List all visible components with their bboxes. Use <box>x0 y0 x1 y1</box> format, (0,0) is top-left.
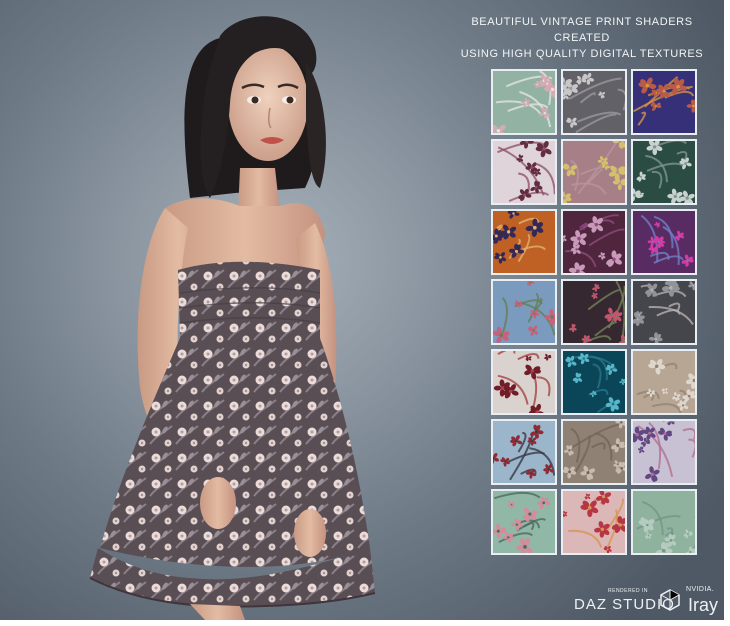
shader-swatch[interactable] <box>561 209 627 275</box>
shader-swatch-grid <box>491 69 697 555</box>
swatch-pattern <box>563 211 625 273</box>
swatch-pattern <box>563 421 625 483</box>
iray-cube-icon <box>660 589 680 611</box>
promo-headline: BEAUTIFUL VINTAGE PRINT SHADERS CREATED … <box>450 14 714 62</box>
promo-banner: BEAUTIFUL VINTAGE PRINT SHADERS CREATED … <box>0 0 724 620</box>
shader-swatch[interactable] <box>631 209 697 275</box>
shader-swatch[interactable] <box>631 419 697 485</box>
swatch-pattern <box>493 211 555 273</box>
shader-swatch[interactable] <box>561 69 627 135</box>
render-branding: RENDERED IN DAZ STUDIO NVIDIA. Iray <box>574 584 724 615</box>
swatch-pattern <box>493 281 555 343</box>
shader-swatch[interactable] <box>561 349 627 415</box>
swatch-pattern <box>563 281 625 343</box>
swatch-pattern <box>493 351 555 413</box>
nvidia-label: NVIDIA. <box>686 586 715 593</box>
swatch-pattern <box>633 351 695 413</box>
shader-swatch[interactable] <box>491 419 557 485</box>
swatch-pattern <box>633 141 695 203</box>
swatch-pattern <box>493 71 555 133</box>
headline-line-1: BEAUTIFUL VINTAGE PRINT SHADERS CREATED <box>471 16 693 44</box>
shader-swatch[interactable] <box>491 349 557 415</box>
swatch-pattern <box>633 211 695 273</box>
shader-swatch[interactable] <box>631 279 697 345</box>
swatch-pattern <box>563 351 625 413</box>
shader-swatch[interactable] <box>491 139 557 205</box>
swatch-pattern <box>493 421 555 483</box>
shader-swatch[interactable] <box>631 489 697 555</box>
shader-swatch[interactable] <box>631 139 697 205</box>
shader-swatch[interactable] <box>561 419 627 485</box>
model-render <box>89 16 376 620</box>
shader-swatch[interactable] <box>491 279 557 345</box>
swatch-pattern <box>563 71 625 133</box>
shader-swatch[interactable] <box>491 209 557 275</box>
shader-swatch[interactable] <box>631 69 697 135</box>
shader-swatch[interactable] <box>491 69 557 135</box>
swatch-pattern <box>493 141 555 203</box>
headline-line-2: USING HIGH QUALITY DIGITAL TEXTURES <box>460 48 704 60</box>
swatch-pattern <box>633 491 695 553</box>
swatch-pattern <box>633 421 695 483</box>
shader-swatch[interactable] <box>561 489 627 555</box>
shader-swatch[interactable] <box>561 139 627 205</box>
rendered-in-label: RENDERED IN <box>608 588 648 594</box>
swatch-pattern <box>493 491 555 553</box>
swatch-pattern <box>633 71 695 133</box>
shader-swatch[interactable] <box>491 489 557 555</box>
swatch-pattern <box>563 141 625 203</box>
iray-logo: Iray <box>688 595 719 615</box>
swatch-pattern <box>633 281 695 343</box>
shader-swatch[interactable] <box>631 349 697 415</box>
swatch-pattern <box>563 491 625 553</box>
shader-swatch[interactable] <box>561 279 627 345</box>
